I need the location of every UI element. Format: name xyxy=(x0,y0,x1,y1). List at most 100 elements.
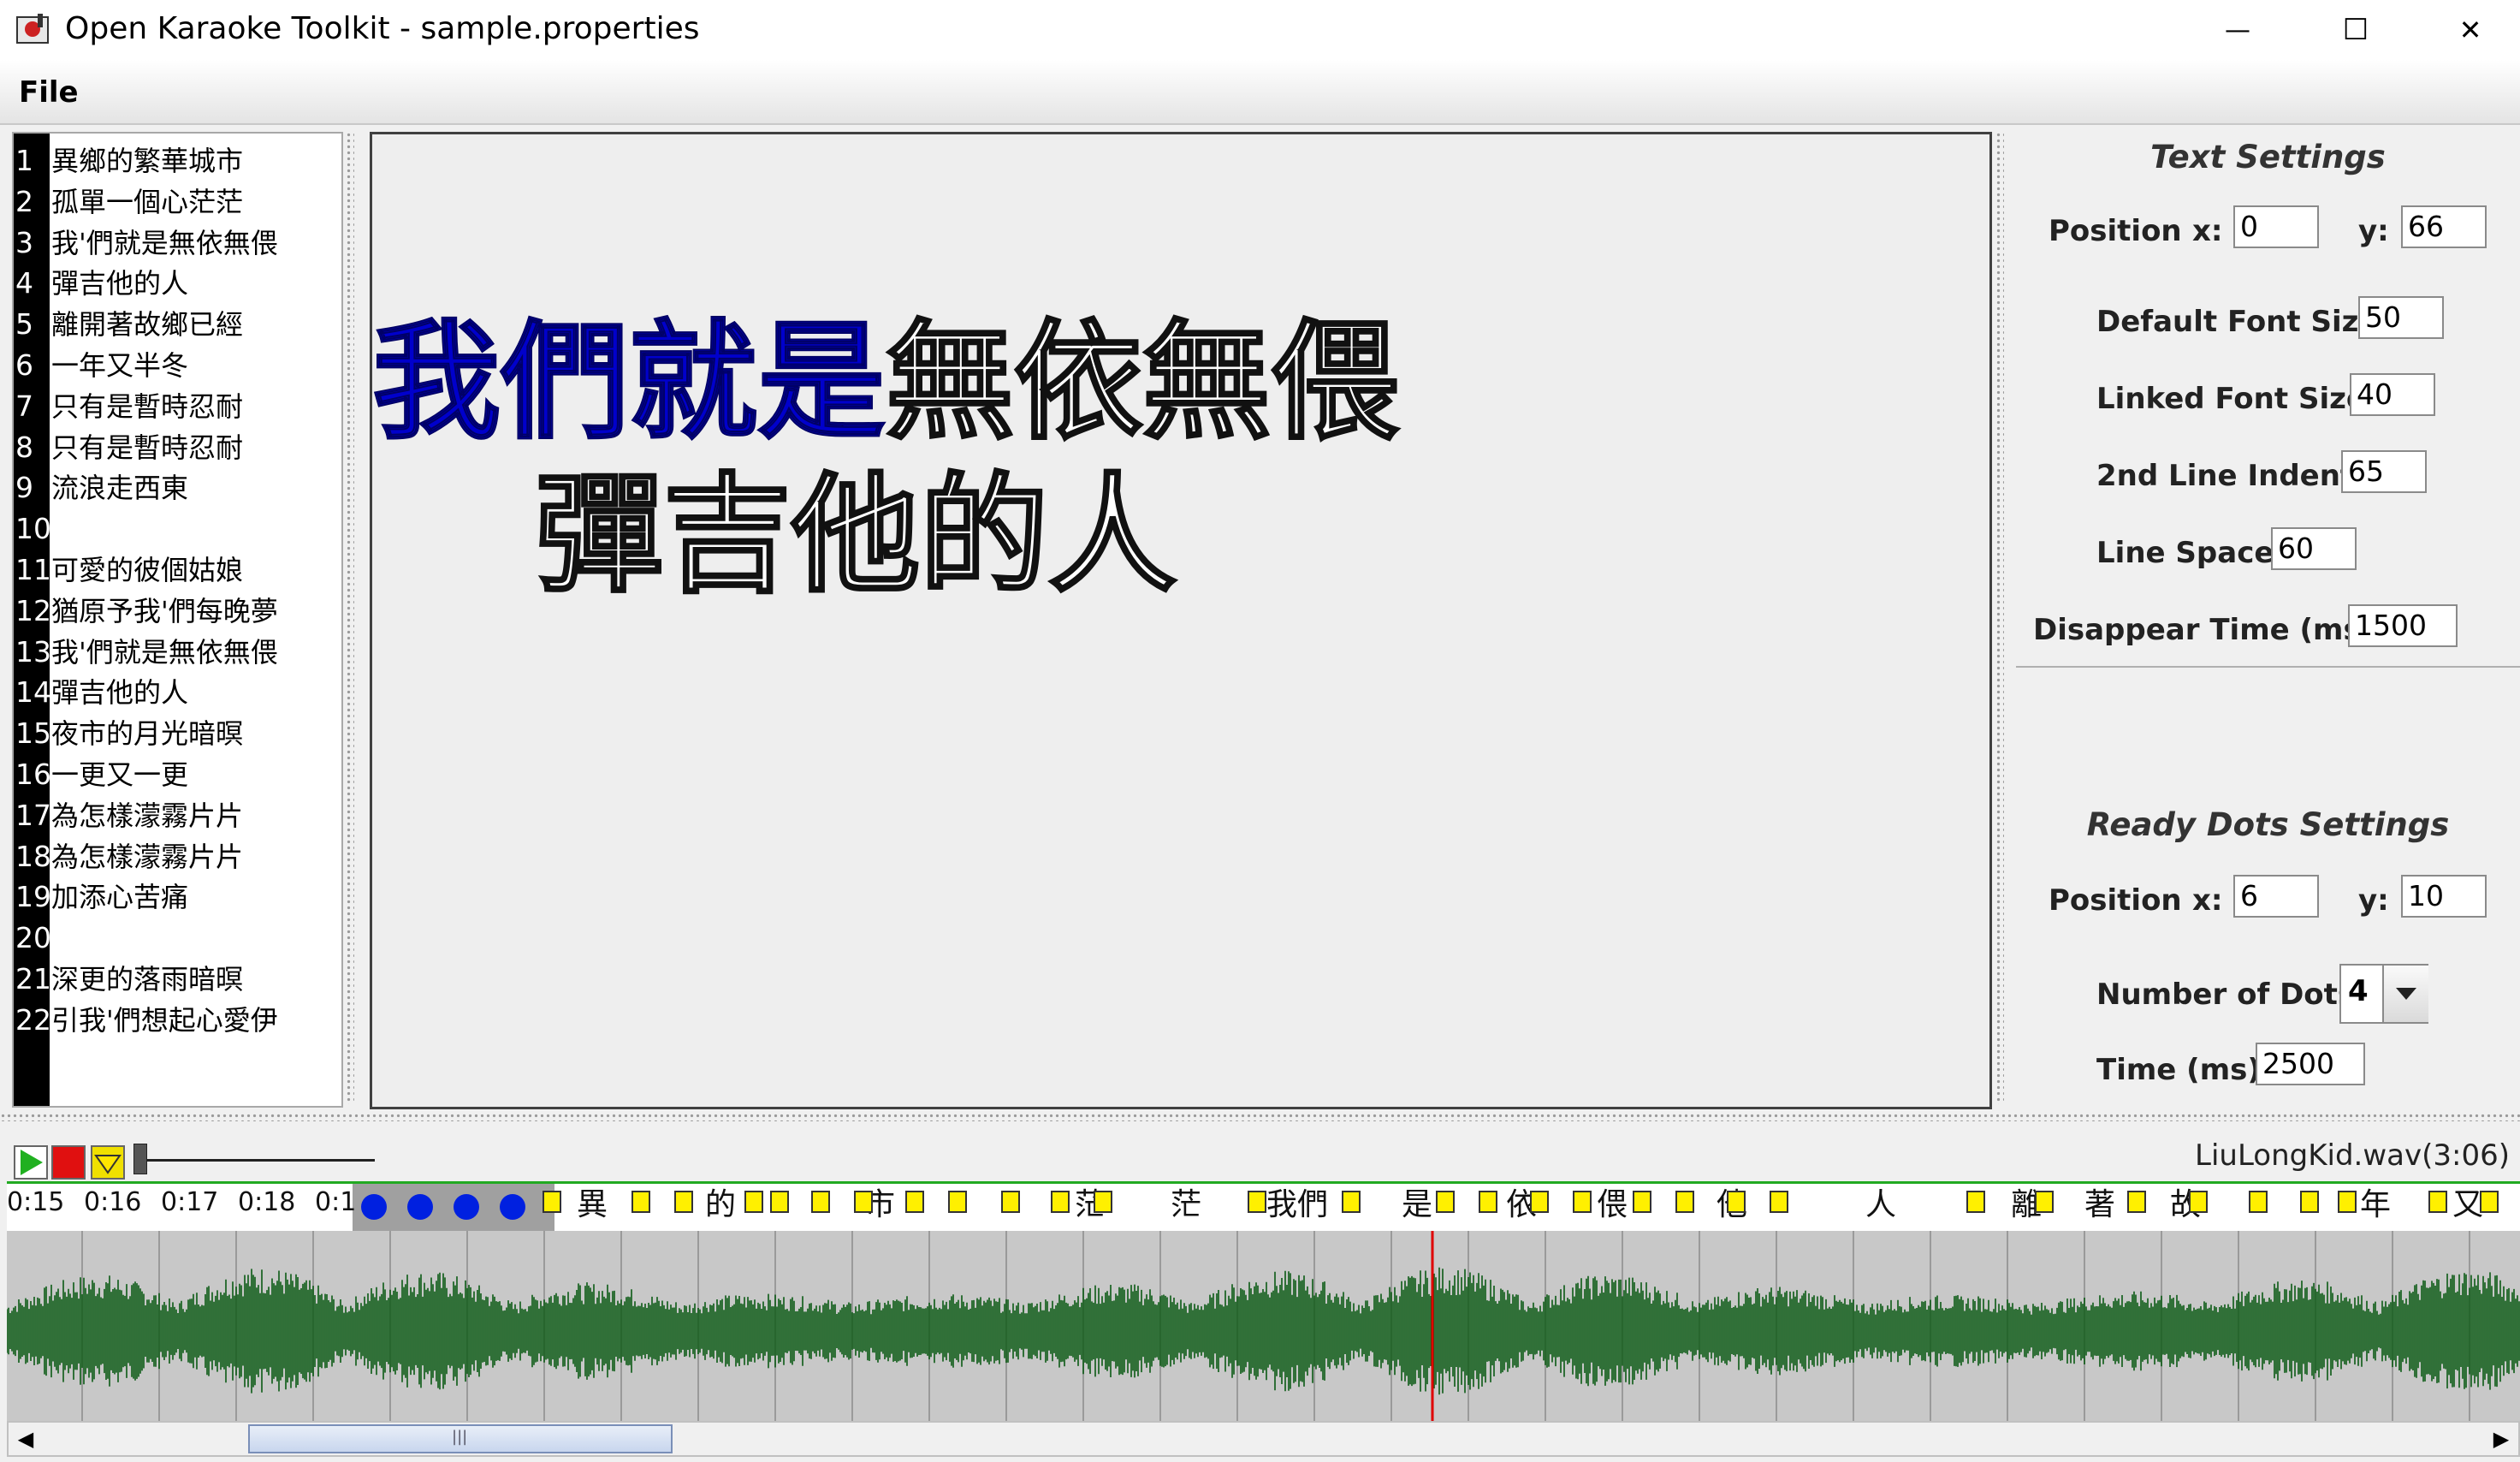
minimize-button[interactable]: — xyxy=(2182,0,2293,60)
timing-marker[interactable] xyxy=(1633,1191,1651,1213)
timing-syllable[interactable]: 茫 xyxy=(1171,1184,1201,1227)
linked-font-size-input[interactable]: 40 xyxy=(2350,373,2435,416)
lyric-list-item[interactable]: 18 為怎樣濛霧片片 xyxy=(14,836,341,877)
timing-marker[interactable] xyxy=(543,1191,561,1213)
lyric-list-item[interactable]: 16 一更又一更 xyxy=(14,754,341,795)
timing-marker[interactable] xyxy=(1727,1191,1746,1213)
menu-file[interactable]: File xyxy=(19,75,79,110)
lyric-list-item[interactable]: 4 彈吉他的人 xyxy=(14,263,341,304)
line-space-input[interactable]: 60 xyxy=(2271,527,2357,570)
text-position-x-input[interactable]: 0 xyxy=(2233,205,2319,248)
timing-marker[interactable] xyxy=(1436,1191,1455,1213)
timing-marker[interactable] xyxy=(2249,1191,2268,1213)
timing-syllable[interactable]: 年 xyxy=(2360,1184,2391,1227)
volume-slider-track[interactable] xyxy=(144,1159,375,1162)
timing-marker[interactable] xyxy=(2189,1191,2208,1213)
timing-marker[interactable] xyxy=(905,1191,924,1213)
timing-marker[interactable] xyxy=(631,1191,650,1213)
lyric-list-item[interactable]: 3 我'們就是無依無偎 xyxy=(14,223,341,264)
lyric-list-item[interactable]: 10 xyxy=(14,508,341,550)
lyric-list-item[interactable]: 5 離開著故鄉已經 xyxy=(14,304,341,345)
timing-syllable[interactable]: 偎 xyxy=(1597,1184,1628,1227)
timing-marker[interactable] xyxy=(2127,1191,2146,1213)
dots-position-x-input[interactable]: 6 xyxy=(2233,875,2319,918)
marker-icon xyxy=(94,1155,122,1174)
timing-syllable[interactable]: 著 xyxy=(2084,1184,2115,1227)
dots-position-y-input[interactable]: 10 xyxy=(2401,875,2487,918)
second-line-indent-input[interactable]: 65 xyxy=(2341,450,2427,493)
lyric-list-item[interactable]: 6 一年又半冬 xyxy=(14,345,341,386)
dots-time-input[interactable]: 2500 xyxy=(2256,1043,2365,1085)
timing-syllable[interactable]: 異 xyxy=(577,1184,608,1227)
line-number: 17 xyxy=(15,798,51,832)
chevron-down-icon[interactable] xyxy=(2382,966,2428,1022)
timing-marker[interactable] xyxy=(1094,1191,1112,1213)
lyric-list-item[interactable]: 19 加添心苦痛 xyxy=(14,877,341,918)
timing-syllable[interactable]: 的 xyxy=(705,1184,736,1227)
timing-marker[interactable] xyxy=(744,1191,763,1213)
timeline-scrollbar[interactable]: ◀ ||| ▶ xyxy=(7,1421,2520,1457)
timing-marker[interactable] xyxy=(1573,1191,1592,1213)
stop-button[interactable] xyxy=(51,1145,86,1180)
line-number: 18 xyxy=(15,839,51,873)
maximize-button[interactable]: ☐ xyxy=(2300,0,2411,60)
lyric-list-item[interactable]: 21 深更的落雨暗暝 xyxy=(14,959,341,1000)
timing-marker[interactable] xyxy=(2428,1191,2447,1213)
lyric-list-item[interactable]: 14 彈吉他的人 xyxy=(14,672,341,713)
timing-marker[interactable] xyxy=(1675,1191,1694,1213)
timing-marker[interactable] xyxy=(2035,1191,2054,1213)
scroll-thumb[interactable]: ||| xyxy=(248,1424,673,1453)
close-button[interactable]: ✕ xyxy=(2415,0,2520,60)
timing-marker[interactable] xyxy=(1770,1191,1788,1213)
timing-syllable[interactable]: 是 xyxy=(1402,1184,1432,1227)
timing-syllable[interactable]: 我們 xyxy=(1266,1184,1328,1227)
timing-marker[interactable] xyxy=(1479,1191,1497,1213)
waveform[interactable] xyxy=(7,1231,2520,1431)
lyric-list-item[interactable]: 15 夜市的月光暗暝 xyxy=(14,713,341,754)
timing-marker[interactable] xyxy=(1001,1191,1020,1213)
text-settings-title: Text Settings xyxy=(2150,139,2386,175)
disappear-time-input[interactable]: 1500 xyxy=(2348,604,2458,647)
splitter-left[interactable] xyxy=(346,132,354,1104)
lyric-list-item[interactable]: 2 孤單一個心茫茫 xyxy=(14,181,341,223)
timing-marker[interactable] xyxy=(854,1191,873,1213)
lyrics-list[interactable]: 1 異鄉的繁華城市 2 孤單一個心茫茫 3 我'們就是無依無偎 4 彈吉他的人 5 離開著故鄉已經… xyxy=(12,132,343,1108)
timing-strip[interactable]: 0:150:160:170:180:1異的市茫茫我們是依偎他人離著故年又 xyxy=(7,1181,2520,1233)
timing-syllable[interactable]: 人 xyxy=(1865,1184,1896,1227)
timing-marker[interactable] xyxy=(1966,1191,1985,1213)
lyric-text: 彈吉他的人 xyxy=(51,267,189,300)
timing-marker[interactable] xyxy=(1342,1191,1361,1213)
line-space-label: Line Space xyxy=(2096,536,2274,570)
volume-slider-knob[interactable] xyxy=(133,1144,147,1174)
lyric-list-item[interactable]: 9 流浪走西東 xyxy=(14,467,341,508)
timing-marker[interactable] xyxy=(2300,1191,2319,1213)
timing-marker[interactable] xyxy=(811,1191,830,1213)
timing-marker[interactable] xyxy=(2480,1191,2499,1213)
lyric-list-item[interactable]: 20 xyxy=(14,918,341,959)
lyric-list-item[interactable]: 22 引我'們想起心愛伊 xyxy=(14,1000,341,1041)
scroll-right-arrow[interactable]: ▶ xyxy=(2486,1424,2517,1453)
timing-marker[interactable] xyxy=(2338,1191,2357,1213)
lyric-list-item[interactable]: 1 異鄉的繁華城市 xyxy=(14,140,341,181)
lyric-list-item[interactable]: 11 可愛的彼個姑娘 xyxy=(14,550,341,591)
timing-marker[interactable] xyxy=(770,1191,789,1213)
text-position-y-input[interactable]: 66 xyxy=(2401,205,2487,248)
lyric-list-item[interactable]: 8 只有是暫時忍耐 xyxy=(14,427,341,468)
lyric-list-item[interactable]: 7 只有是暫時忍耐 xyxy=(14,386,341,427)
play-button[interactable] xyxy=(14,1145,48,1180)
lyric-list-item[interactable]: 12 猶原予我'們每晚夢 xyxy=(14,591,341,632)
splitter-bottom[interactable] xyxy=(0,1113,2520,1121)
timing-marker[interactable] xyxy=(1051,1191,1070,1213)
lyric-list-item[interactable]: 17 為怎樣濛霧片片 xyxy=(14,795,341,836)
scroll-left-arrow[interactable]: ◀ xyxy=(10,1424,41,1453)
lyric-list-item[interactable]: 13 我'們就是無依無偎 xyxy=(14,632,341,673)
timing-marker[interactable] xyxy=(1530,1191,1549,1213)
add-marker-button[interactable] xyxy=(91,1145,125,1180)
timing-syllable[interactable]: 又 xyxy=(2452,1184,2483,1227)
default-font-size-input[interactable]: 50 xyxy=(2358,296,2444,339)
timing-marker[interactable] xyxy=(674,1191,693,1213)
timing-marker[interactable] xyxy=(948,1191,967,1213)
number-of-dots-select[interactable]: 4 xyxy=(2339,964,2428,1024)
splitter-right[interactable] xyxy=(1995,132,2004,1104)
timing-marker[interactable] xyxy=(1248,1191,1266,1213)
